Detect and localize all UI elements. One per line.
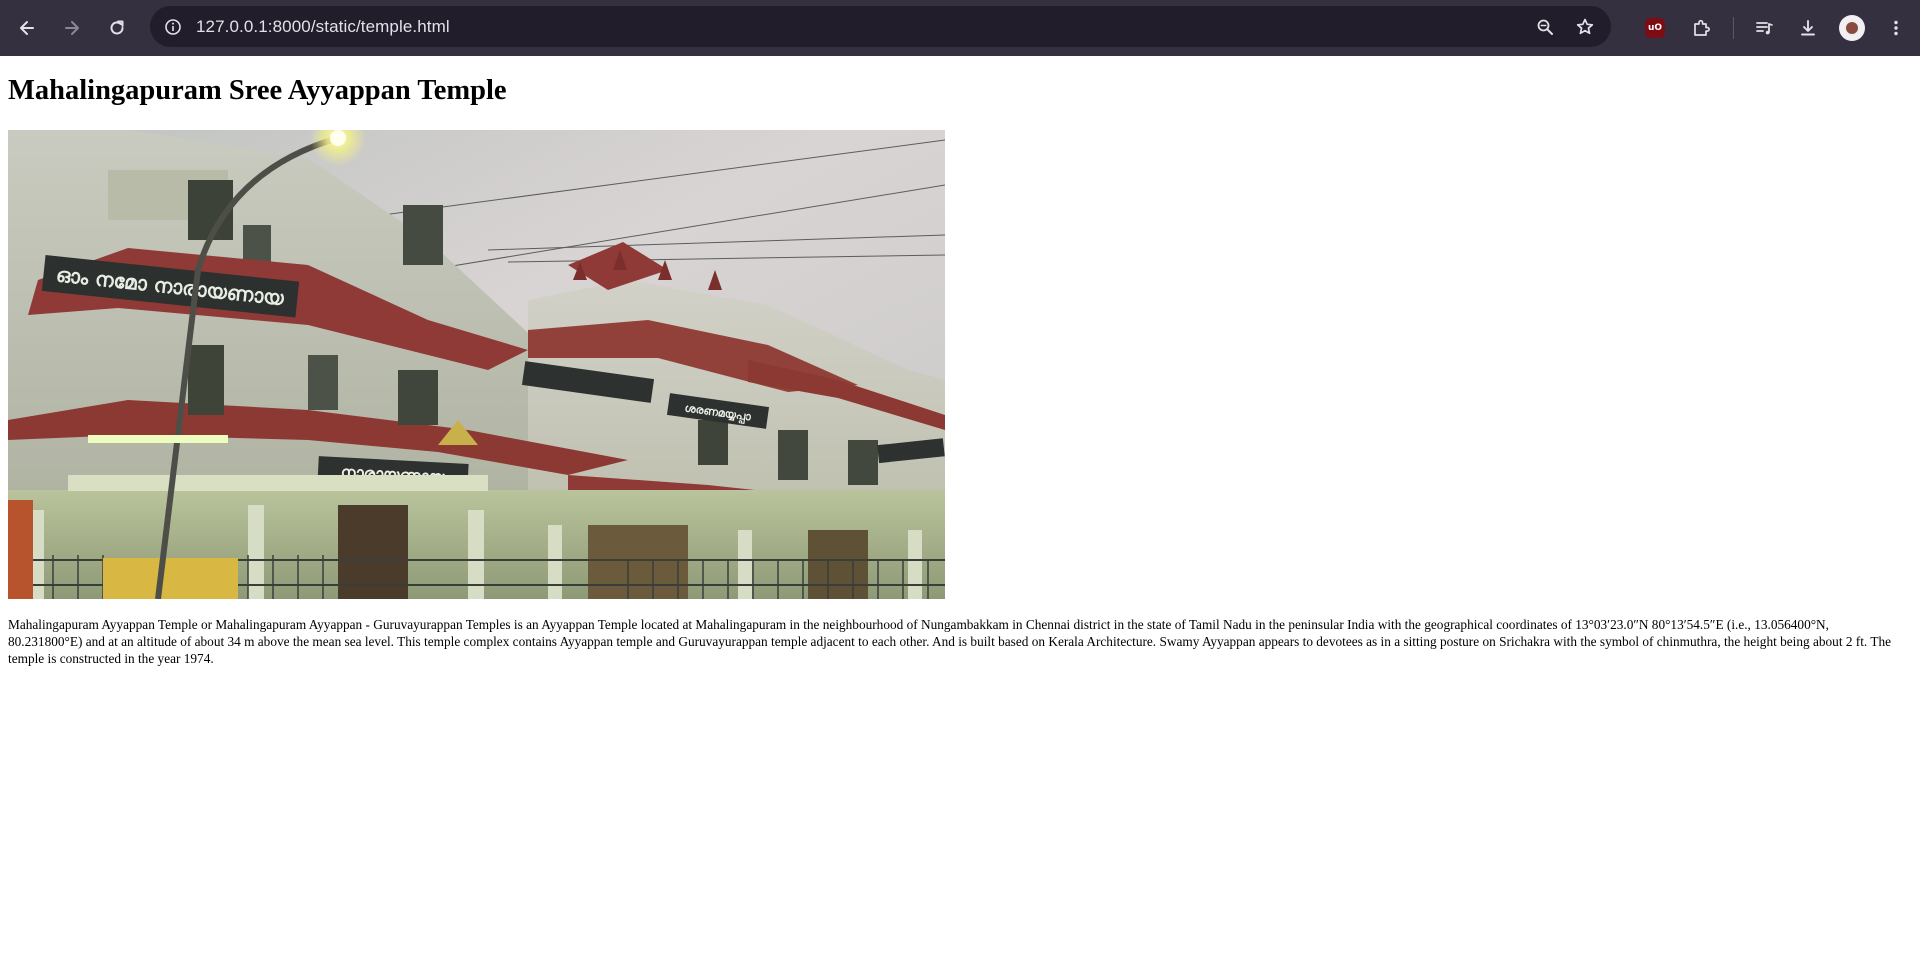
ublock-origin-icon: uO xyxy=(1645,18,1665,38)
reload-icon xyxy=(110,20,124,35)
site-info-icon xyxy=(165,18,181,35)
browser-toolbar: 127.0.0.1:8000/static/temple.html uO xyxy=(0,0,1920,56)
bookmark-button[interactable] xyxy=(1567,9,1603,45)
address-bar[interactable]: 127.0.0.1:8000/static/temple.html xyxy=(150,6,1611,47)
ublock-extension-button[interactable]: uO xyxy=(1635,8,1675,48)
forward-button[interactable] xyxy=(52,8,92,48)
back-arrow-icon xyxy=(20,21,34,35)
reading-list-button[interactable] xyxy=(1744,8,1784,48)
reload-button[interactable] xyxy=(97,8,137,48)
zoom-icon xyxy=(1537,19,1553,35)
page-title: Mahalingapuram Sree Ayyappan Temple xyxy=(8,75,507,106)
more-menu-icon xyxy=(1894,20,1898,36)
extensions-button[interactable] xyxy=(1681,8,1721,48)
page-content: Mahalingapuram Sree Ayyappan Temple ഓം ന… xyxy=(0,56,1920,965)
toolbar-divider xyxy=(1733,17,1734,39)
extensions-puzzle-icon xyxy=(1694,19,1710,36)
back-button[interactable] xyxy=(7,8,47,48)
profile-avatar xyxy=(1839,15,1865,41)
bookmark-star-icon xyxy=(1576,18,1594,34)
temple-description: Mahalingapuram Ayyappan Temple or Mahali… xyxy=(8,617,1892,666)
temple-photo: ഓം നമോ നാരായണായ നാരായണായ ശരണമയ്യപ്പാ xyxy=(8,130,945,599)
download-icon xyxy=(1801,20,1815,36)
avatar-face xyxy=(1844,20,1860,36)
reading-list-icon xyxy=(1756,22,1773,35)
downloads-button[interactable] xyxy=(1788,8,1828,48)
profile-button[interactable] xyxy=(1832,8,1872,48)
zoom-button[interactable] xyxy=(1527,9,1563,45)
forward-arrow-icon xyxy=(65,21,79,35)
more-menu-button[interactable] xyxy=(1876,8,1916,48)
url-text[interactable]: 127.0.0.1:8000/static/temple.html xyxy=(196,17,450,37)
site-info-button[interactable] xyxy=(158,12,188,42)
